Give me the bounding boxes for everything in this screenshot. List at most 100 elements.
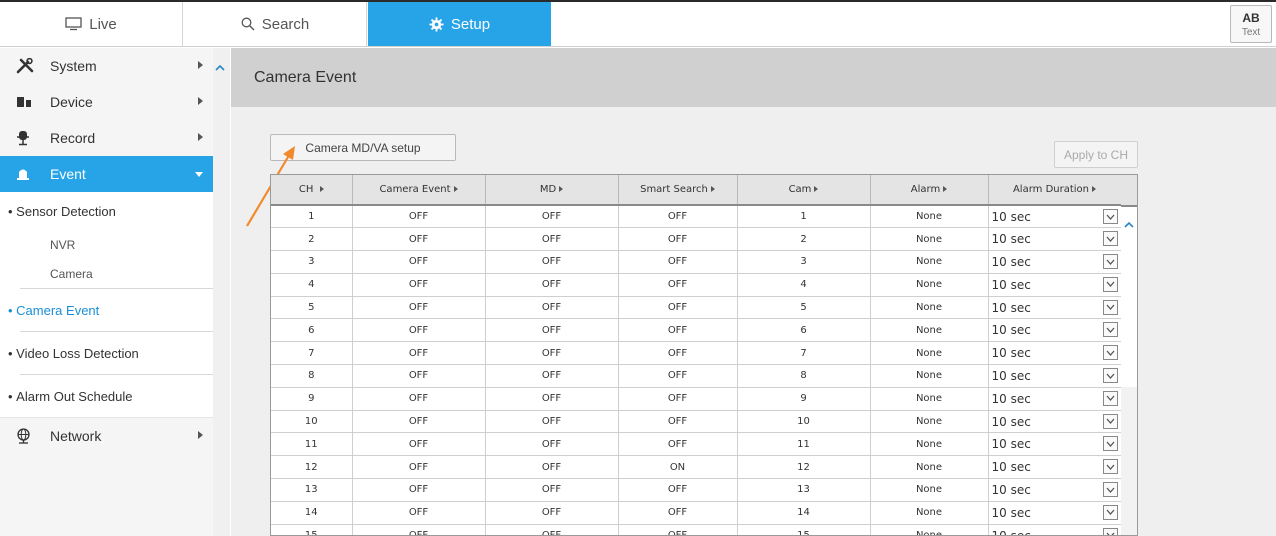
- submenu-camera-event[interactable]: • Camera Event: [0, 289, 213, 331]
- cell-smart-search[interactable]: ON: [618, 455, 738, 480]
- submenu-video-loss-detection[interactable]: • Video Loss Detection: [0, 332, 213, 374]
- table-row[interactable]: 15 OFF OFF OFF 15 None 10 sec: [271, 524, 1122, 535]
- table-row[interactable]: 6 OFF OFF OFF 6 None 10 sec: [271, 318, 1122, 343]
- cell-smart-search[interactable]: OFF: [618, 524, 738, 535]
- cell-smart-search[interactable]: OFF: [618, 364, 738, 388]
- sidebar-item-device[interactable]: Device: [0, 84, 213, 120]
- scroll-up-icon[interactable]: [215, 60, 225, 74]
- alarm-duration-select[interactable]: 10 sec: [988, 296, 1122, 320]
- table-row[interactable]: 9 OFF OFF OFF 9 None 10 sec: [271, 387, 1122, 411]
- chevron-down-icon[interactable]: [1102, 436, 1118, 452]
- cell-camera-event[interactable]: OFF: [352, 410, 486, 434]
- cell-smart-search[interactable]: OFF: [618, 432, 738, 457]
- cell-camera-event[interactable]: OFF: [352, 387, 486, 411]
- cell-camera-event[interactable]: OFF: [352, 432, 486, 457]
- cell-alarm[interactable]: None: [870, 410, 989, 434]
- cell-smart-search[interactable]: OFF: [618, 296, 738, 320]
- cell-camera-event[interactable]: OFF: [352, 341, 486, 366]
- cell-alarm[interactable]: None: [870, 501, 989, 525]
- apply-to-ch-button[interactable]: Apply to CH: [1054, 141, 1138, 168]
- cell-alarm[interactable]: None: [870, 455, 989, 480]
- cell-camera-event[interactable]: OFF: [352, 205, 486, 229]
- sidebar-item-event[interactable]: Event: [0, 156, 213, 192]
- cell-camera-event[interactable]: OFF: [352, 455, 486, 480]
- cell-md[interactable]: OFF: [485, 296, 619, 320]
- cell-smart-search[interactable]: OFF: [618, 478, 738, 502]
- cell-alarm[interactable]: None: [870, 364, 989, 388]
- table-row[interactable]: 2 OFF OFF OFF 2 None 10 sec: [271, 227, 1122, 252]
- alarm-duration-select[interactable]: 10 sec: [988, 364, 1122, 388]
- column-header-cam[interactable]: Cam: [737, 175, 871, 206]
- cell-smart-search[interactable]: OFF: [618, 205, 738, 229]
- sidebar-scrollbar[interactable]: [213, 48, 230, 536]
- sidebar-item-system[interactable]: System: [0, 48, 213, 84]
- tab-live[interactable]: Live: [0, 2, 183, 46]
- table-row[interactable]: 11 OFF OFF OFF 11 None 10 sec: [271, 432, 1122, 457]
- cell-md[interactable]: OFF: [485, 455, 619, 480]
- cell-smart-search[interactable]: OFF: [618, 250, 738, 274]
- table-scrollbar[interactable]: [1121, 207, 1137, 535]
- submenu-camera[interactable]: Camera: [0, 259, 213, 288]
- alarm-duration-select[interactable]: 10 sec: [988, 387, 1122, 411]
- table-row[interactable]: 8 OFF OFF OFF 8 None 10 sec: [271, 364, 1122, 388]
- chevron-down-icon[interactable]: [1102, 504, 1118, 520]
- cell-md[interactable]: OFF: [485, 501, 619, 525]
- sidebar-item-record[interactable]: Record: [0, 120, 213, 156]
- alarm-duration-select[interactable]: 10 sec: [988, 432, 1122, 457]
- cell-md[interactable]: OFF: [485, 432, 619, 457]
- cell-md[interactable]: OFF: [485, 205, 619, 229]
- cell-alarm[interactable]: None: [870, 432, 989, 457]
- column-header-smart-search[interactable]: Smart Search: [618, 175, 738, 206]
- cell-md[interactable]: OFF: [485, 341, 619, 366]
- cell-md[interactable]: OFF: [485, 318, 619, 343]
- cell-camera-event[interactable]: OFF: [352, 227, 486, 252]
- alarm-duration-select[interactable]: 10 sec: [988, 410, 1122, 434]
- chevron-down-icon[interactable]: [1102, 299, 1118, 315]
- cell-smart-search[interactable]: OFF: [618, 341, 738, 366]
- cell-smart-search[interactable]: OFF: [618, 227, 738, 252]
- alarm-duration-select[interactable]: 10 sec: [988, 501, 1122, 525]
- cell-camera-event[interactable]: OFF: [352, 364, 486, 388]
- column-header-alarm-duration[interactable]: Alarm Duration: [988, 175, 1122, 206]
- table-row[interactable]: 7 OFF OFF OFF 7 None 10 sec: [271, 341, 1122, 366]
- chevron-down-icon[interactable]: [1102, 368, 1118, 384]
- alarm-duration-select[interactable]: 10 sec: [988, 227, 1122, 252]
- cell-md[interactable]: OFF: [485, 250, 619, 274]
- sidebar-item-network[interactable]: Network: [0, 418, 213, 454]
- cell-camera-event[interactable]: OFF: [352, 478, 486, 502]
- table-row[interactable]: 13 OFF OFF OFF 13 None 10 sec: [271, 478, 1122, 502]
- submenu-nvr[interactable]: NVR: [0, 230, 213, 259]
- cell-md[interactable]: OFF: [485, 387, 619, 411]
- submenu-sensor-detection[interactable]: • Sensor Detection: [0, 192, 213, 230]
- cell-camera-event[interactable]: OFF: [352, 250, 486, 274]
- alarm-duration-select[interactable]: 10 sec: [988, 250, 1122, 274]
- cell-alarm[interactable]: None: [870, 524, 989, 535]
- cell-alarm[interactable]: None: [870, 227, 989, 252]
- chevron-down-icon[interactable]: [1102, 459, 1118, 475]
- column-header-alarm[interactable]: Alarm: [870, 175, 989, 206]
- cell-smart-search[interactable]: OFF: [618, 273, 738, 297]
- alarm-duration-select[interactable]: 10 sec: [988, 341, 1122, 366]
- tab-search[interactable]: Search: [184, 2, 367, 46]
- table-row[interactable]: 3 OFF OFF OFF 3 None 10 sec: [271, 250, 1122, 274]
- cell-md[interactable]: OFF: [485, 364, 619, 388]
- table-row[interactable]: 5 OFF OFF OFF 5 None 10 sec: [271, 296, 1122, 320]
- cell-alarm[interactable]: None: [870, 205, 989, 229]
- cell-alarm[interactable]: None: [870, 250, 989, 274]
- alarm-duration-select[interactable]: 10 sec: [988, 318, 1122, 343]
- cell-md[interactable]: OFF: [485, 410, 619, 434]
- text-size-button[interactable]: AB Text: [1230, 5, 1272, 43]
- tab-setup[interactable]: Setup: [368, 2, 551, 46]
- cell-alarm[interactable]: None: [870, 341, 989, 366]
- cell-alarm[interactable]: None: [870, 318, 989, 343]
- chevron-down-icon[interactable]: [1102, 209, 1118, 224]
- cell-smart-search[interactable]: OFF: [618, 410, 738, 434]
- cell-smart-search[interactable]: OFF: [618, 318, 738, 343]
- cell-md[interactable]: OFF: [485, 478, 619, 502]
- cell-alarm[interactable]: None: [870, 387, 989, 411]
- cell-camera-event[interactable]: OFF: [352, 296, 486, 320]
- table-row[interactable]: 4 OFF OFF OFF 4 None 10 sec: [271, 273, 1122, 297]
- table-row[interactable]: 10 OFF OFF OFF 10 None 10 sec: [271, 410, 1122, 434]
- chevron-down-icon[interactable]: [1102, 482, 1118, 498]
- cell-alarm[interactable]: None: [870, 273, 989, 297]
